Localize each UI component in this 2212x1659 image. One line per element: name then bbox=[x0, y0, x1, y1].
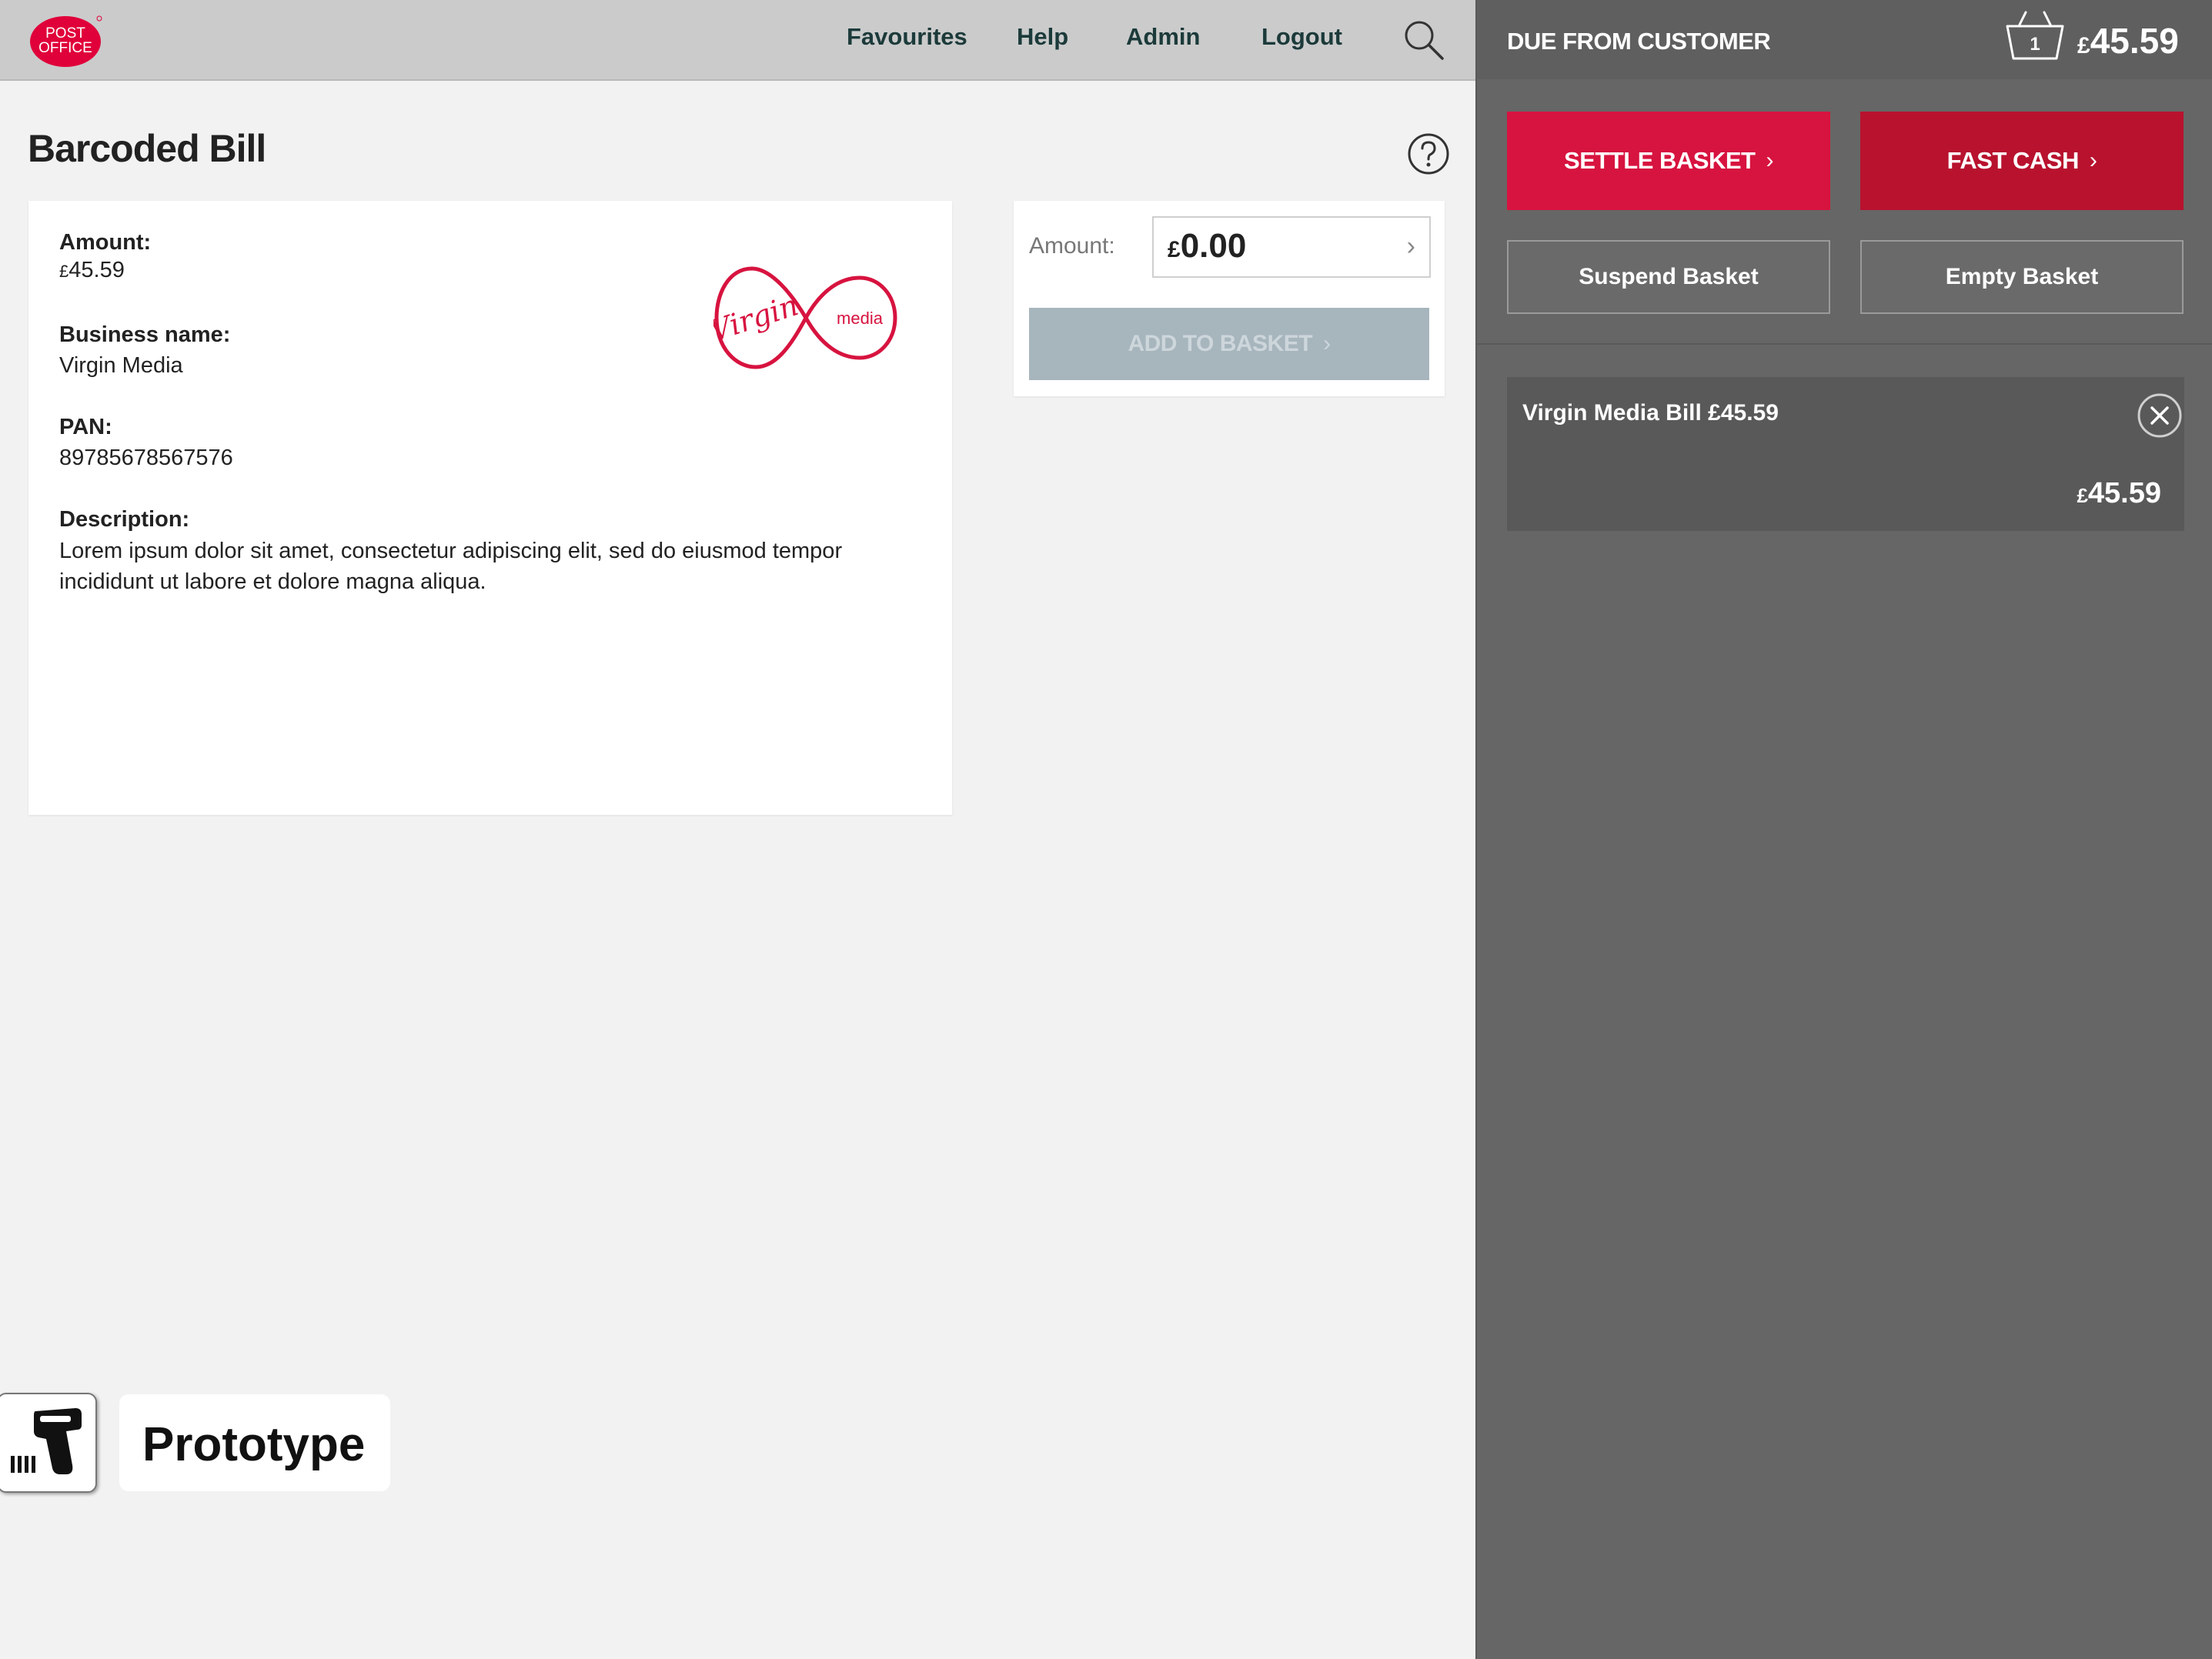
svg-text:POST: POST bbox=[45, 25, 85, 42]
nav-logout[interactable]: Logout bbox=[1261, 23, 1342, 51]
pan-label: PAN: bbox=[59, 415, 112, 439]
page-title: Barcoded Bill bbox=[28, 127, 266, 170]
virgin-media-logo: Virgin media bbox=[713, 266, 897, 369]
description-value: Lorem ipsum dolor sit amet, consectetur … bbox=[59, 539, 843, 594]
settle-basket-label: SETTLE BASKET bbox=[1564, 147, 1756, 174]
basket-panel: DUE FROM CUSTOMER 1 £45.59 SETTLE BASKET… bbox=[1475, 0, 2212, 1659]
svg-text:OFFICE: OFFICE bbox=[38, 40, 92, 56]
basket-count: 1 bbox=[2030, 34, 2040, 55]
search-icon[interactable] bbox=[1402, 18, 1445, 62]
barcode-scanner-button[interactable] bbox=[0, 1393, 97, 1493]
pan-value: 89785678567576 bbox=[59, 446, 233, 470]
top-nav-bar: POST OFFICE Favourites Help Admin Logout bbox=[0, 0, 1475, 81]
add-to-basket-label: ADD TO BASKET bbox=[1128, 331, 1313, 356]
bill-details-card: Amount: £45.59 Business name: Virgin Med… bbox=[28, 201, 952, 815]
nav-favourites[interactable]: Favourites bbox=[847, 23, 967, 51]
amount-input[interactable]: £0.00 › bbox=[1152, 216, 1431, 278]
empty-basket-button[interactable]: Empty Basket bbox=[1860, 240, 2184, 314]
basket-icon[interactable]: 1 bbox=[2004, 9, 2066, 65]
fast-cash-button[interactable]: FAST CASH › bbox=[1860, 112, 2184, 210]
business-name-label: Business name: bbox=[59, 322, 231, 347]
basket-item-price: £45.59 bbox=[2077, 477, 2161, 509]
amount-label: Amount: bbox=[59, 230, 152, 255]
business-name-value: Virgin Media bbox=[59, 353, 183, 378]
prototype-label: Prototype bbox=[142, 1418, 366, 1471]
svg-text:media: media bbox=[837, 309, 884, 328]
svg-text:Virgin: Virgin bbox=[713, 288, 802, 348]
chevron-right-icon: › bbox=[2089, 148, 2097, 173]
nav-admin[interactable]: Admin bbox=[1126, 23, 1200, 51]
barcode-scanner-icon bbox=[11, 1408, 82, 1474]
post-office-logo[interactable]: POST OFFICE bbox=[29, 12, 103, 68]
help-icon[interactable] bbox=[1407, 132, 1450, 175]
amount-entry-card: Amount: £0.00 › ADD TO BASKET › bbox=[1014, 201, 1445, 396]
due-label: DUE FROM CUSTOMER bbox=[1507, 28, 1771, 55]
add-to-basket-button[interactable]: ADD TO BASKET › bbox=[1029, 308, 1429, 380]
suspend-basket-button[interactable]: Suspend Basket bbox=[1507, 240, 1830, 314]
nav-help[interactable]: Help bbox=[1017, 23, 1068, 51]
amount-entry-label: Amount: bbox=[1029, 233, 1115, 259]
basket-item: Virgin Media Bill £45.59 £45.59 bbox=[1507, 377, 2184, 531]
chevron-right-icon: › bbox=[1766, 148, 1773, 173]
chevron-right-icon: › bbox=[1323, 331, 1331, 356]
basket-item-title: Virgin Media Bill £45.59 bbox=[1522, 400, 1779, 426]
prototype-badge: Prototype bbox=[119, 1394, 390, 1491]
amount-value: £45.59 bbox=[59, 258, 125, 282]
amount-input-value: £0.00 bbox=[1168, 227, 1247, 265]
fast-cash-label: FAST CASH bbox=[1946, 147, 2080, 174]
due-total: £45.59 bbox=[2077, 21, 2179, 61]
settle-basket-button[interactable]: SETTLE BASKET › bbox=[1507, 112, 1830, 210]
description-label: Description: bbox=[59, 507, 190, 532]
chevron-right-icon: › bbox=[1406, 232, 1415, 261]
due-from-customer-bar: DUE FROM CUSTOMER 1 £45.59 bbox=[1477, 0, 2212, 79]
basket-actions: SETTLE BASKET › FAST CASH › Suspend Basket… bbox=[1477, 79, 2212, 345]
close-icon[interactable] bbox=[2137, 392, 2183, 439]
